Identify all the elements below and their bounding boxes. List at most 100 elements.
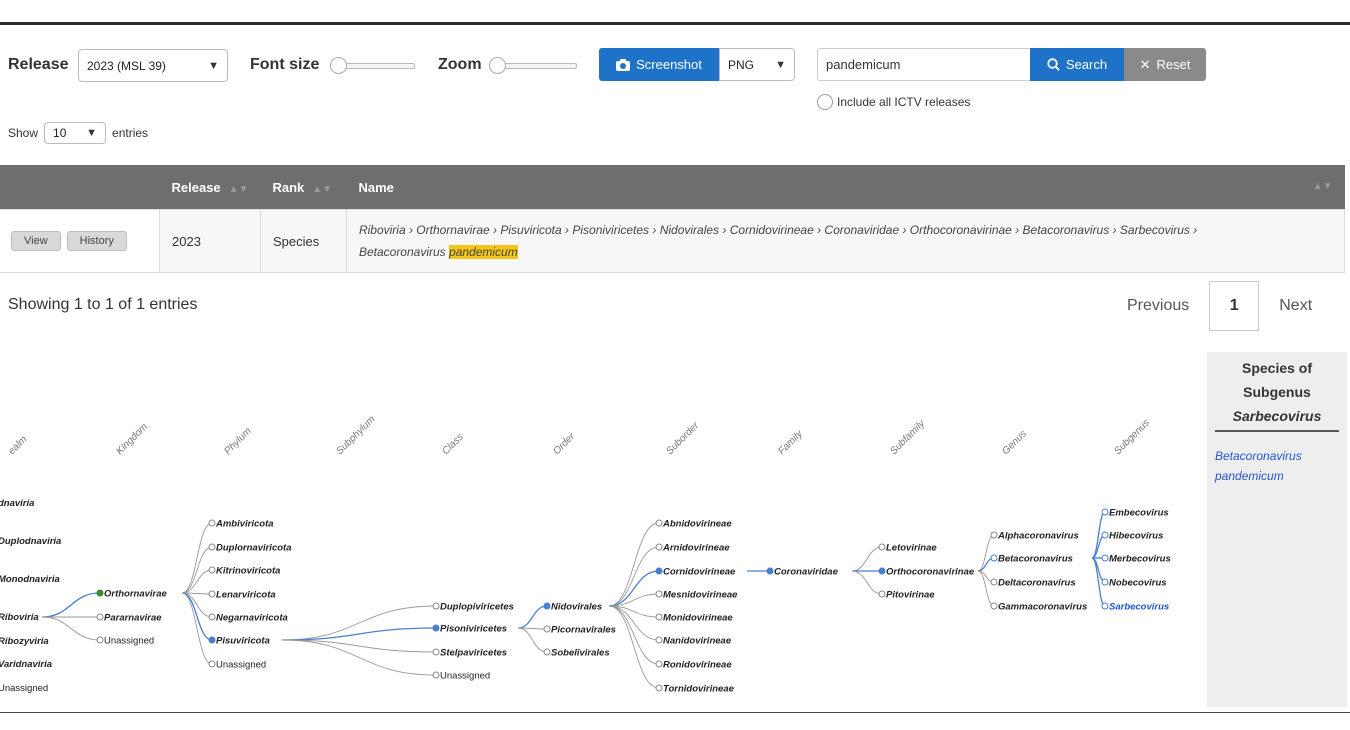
tree-node[interactable] [655, 519, 663, 527]
species-link[interactable]: Betacoronavirus pandemicum [1207, 432, 1347, 486]
search-input[interactable]: pandemicum [817, 48, 1030, 81]
tree-node-label[interactable]: Orthocoronavirinae [886, 567, 975, 578]
column-header-release[interactable]: Release ▲▼ [159, 165, 261, 210]
tree-node[interactable] [432, 648, 440, 656]
tree-node[interactable] [543, 625, 551, 633]
tree-node[interactable] [1101, 578, 1109, 586]
tree-node-label[interactable]: Ronidovirineae [663, 660, 732, 671]
tree-node-label[interactable]: Nanidovirineae [663, 636, 732, 647]
tree-node-label[interactable]: Kitrinoviricota [216, 566, 280, 577]
tree-node-label[interactable]: Deltacoronavirus [998, 578, 1076, 589]
tree-node[interactable] [655, 613, 663, 621]
tree-node-label[interactable]: Stelpaviricetes [440, 648, 507, 659]
tree-node[interactable] [208, 566, 216, 574]
reset-button[interactable]: ✕ Reset [1124, 48, 1206, 81]
tree-node-label[interactable]: Alphacoronavirus [997, 531, 1079, 542]
tree-node[interactable] [878, 567, 886, 575]
tree-node-label[interactable]: Nidovirales [551, 602, 602, 613]
tree-node[interactable] [208, 613, 216, 621]
previous-button[interactable]: Previous [1127, 297, 1189, 315]
tree-node[interactable] [990, 578, 998, 586]
tree-node-label[interactable]: Coronaviridae [774, 567, 839, 578]
tree-node-label[interactable]: Pisoniviricetes [440, 624, 507, 635]
font-size-slider[interactable] [330, 57, 415, 74]
history-button[interactable]: History [66, 231, 127, 251]
tree-node-label[interactable]: Hibecovirus [1109, 531, 1163, 542]
tree-node-label[interactable]: Nobecovirus [1109, 578, 1167, 589]
tree-node-label[interactable]: Unassigned [104, 636, 154, 647]
tree-node[interactable] [990, 554, 998, 562]
tree-node[interactable] [208, 590, 216, 598]
view-button[interactable]: View [11, 231, 61, 251]
tree-node-label[interactable]: Picornavirales [551, 625, 616, 636]
include-all-releases[interactable]: Include all ICTV releases [817, 94, 970, 110]
tree-node-label[interactable]: Cornidovirineae [663, 567, 736, 578]
tree-node-label[interactable]: Sobelivirales [551, 648, 610, 659]
tree-node[interactable] [878, 543, 886, 551]
tree-node-label[interactable]: Gammacoronavirus [998, 602, 1087, 613]
tree-node[interactable] [432, 671, 440, 679]
tree-node-label[interactable]: Unassigned [440, 671, 490, 682]
format-select[interactable]: PNG ▼ [719, 48, 795, 81]
tree-node[interactable] [655, 684, 663, 692]
tree-node[interactable] [878, 590, 886, 598]
tree-node-label[interactable]: Pisuviricota [216, 636, 270, 647]
slider-knob[interactable] [330, 57, 347, 74]
tree-node[interactable] [655, 636, 663, 644]
tree-node[interactable] [766, 567, 774, 575]
tree-node-label[interactable]: Ambiviricota [215, 519, 274, 530]
tree-node[interactable] [1101, 531, 1109, 539]
tree-node[interactable] [432, 624, 440, 632]
tree-node[interactable] [1101, 508, 1109, 516]
tree-node[interactable] [432, 602, 440, 610]
zoom-slider[interactable] [489, 57, 577, 74]
tree-node[interactable] [655, 660, 663, 668]
column-header-rank[interactable]: Rank ▲▼ [260, 165, 347, 210]
page-button[interactable]: 1 [1209, 281, 1260, 331]
tree-node[interactable] [96, 636, 104, 644]
tree-node-label[interactable]: Letovirinae [886, 543, 937, 554]
column-header-name[interactable]: Name ▲▼ [346, 165, 1345, 210]
entries-select[interactable]: 10 ▼ [44, 122, 107, 144]
tree-node-label[interactable]: Arnidovirineae [662, 543, 730, 554]
tree-node[interactable] [543, 602, 551, 610]
tree-node-label[interactable]: Tornidovirineae [663, 684, 735, 695]
slider-knob[interactable] [489, 57, 506, 74]
tree-node-label[interactable]: Ribozyviria [0, 636, 49, 647]
tree-node-label[interactable]: dnaviria [0, 498, 34, 509]
tree-node-label[interactable]: Orthornavirae [104, 589, 168, 600]
tree-node-label[interactable]: Monidovirineae [663, 613, 733, 624]
tree-node-label[interactable]: Lenarviricota [216, 590, 276, 601]
tree-node[interactable] [1101, 602, 1109, 610]
search-button[interactable]: Search [1030, 48, 1124, 81]
tree-node-label[interactable]: Embecovirus [1109, 508, 1169, 519]
tree-node-label[interactable]: Abnidovirineae [662, 519, 732, 530]
tree-node-label[interactable]: Pitovirinae [886, 590, 935, 601]
tree-node[interactable] [990, 531, 998, 539]
screenshot-button[interactable]: Screenshot [599, 48, 719, 81]
tree-node-label[interactable]: Varidnaviria [0, 659, 52, 670]
tree-node-label[interactable]: Riboviria [0, 612, 39, 623]
tree-node-label[interactable]: Monodnaviria [0, 574, 60, 585]
tree-node-label[interactable]: Merbecovirus [1109, 554, 1171, 565]
next-button[interactable]: Next [1279, 297, 1312, 315]
tree-node-label[interactable]: Sarbecovirus [1109, 602, 1169, 613]
tree-node[interactable] [96, 589, 104, 597]
tree-node-label[interactable]: Mesnidovirineae [663, 590, 738, 601]
tree-node-label[interactable]: Duplopiviricetes [440, 602, 514, 613]
tree-node[interactable] [208, 519, 216, 527]
tree-node[interactable] [208, 636, 216, 644]
tree-node[interactable] [655, 543, 663, 551]
tree-node[interactable] [990, 602, 998, 610]
tree-node-label[interactable]: Duplodnaviria [0, 536, 61, 547]
tree-node-label[interactable]: Pararnavirae [104, 613, 162, 624]
tree-node[interactable] [543, 648, 551, 656]
tree-node[interactable] [96, 613, 104, 621]
tree-node[interactable] [1101, 554, 1109, 562]
tree-node-label[interactable]: Unassigned [216, 660, 266, 671]
tree-node[interactable] [208, 660, 216, 668]
release-select[interactable]: 2023 (MSL 39) ▼ [78, 49, 228, 82]
include-all-checkbox[interactable] [817, 94, 833, 110]
tree-node-label[interactable]: Duplornaviricota [216, 543, 292, 554]
tree-node-label[interactable]: Betacoronavirus [998, 554, 1073, 565]
